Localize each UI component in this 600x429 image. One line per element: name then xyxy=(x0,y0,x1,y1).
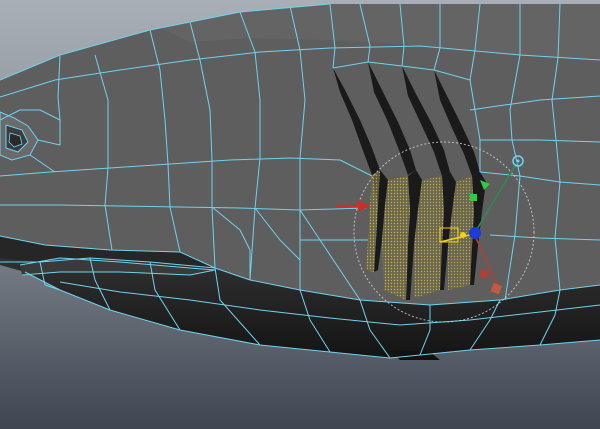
z-axis-handle-icon[interactable] xyxy=(469,227,481,239)
scene-canvas[interactable] xyxy=(0,0,600,429)
3d-viewport[interactable] xyxy=(0,0,600,429)
center-handle-icon[interactable] xyxy=(460,232,466,238)
y-axis-cube-icon[interactable] xyxy=(470,194,477,201)
